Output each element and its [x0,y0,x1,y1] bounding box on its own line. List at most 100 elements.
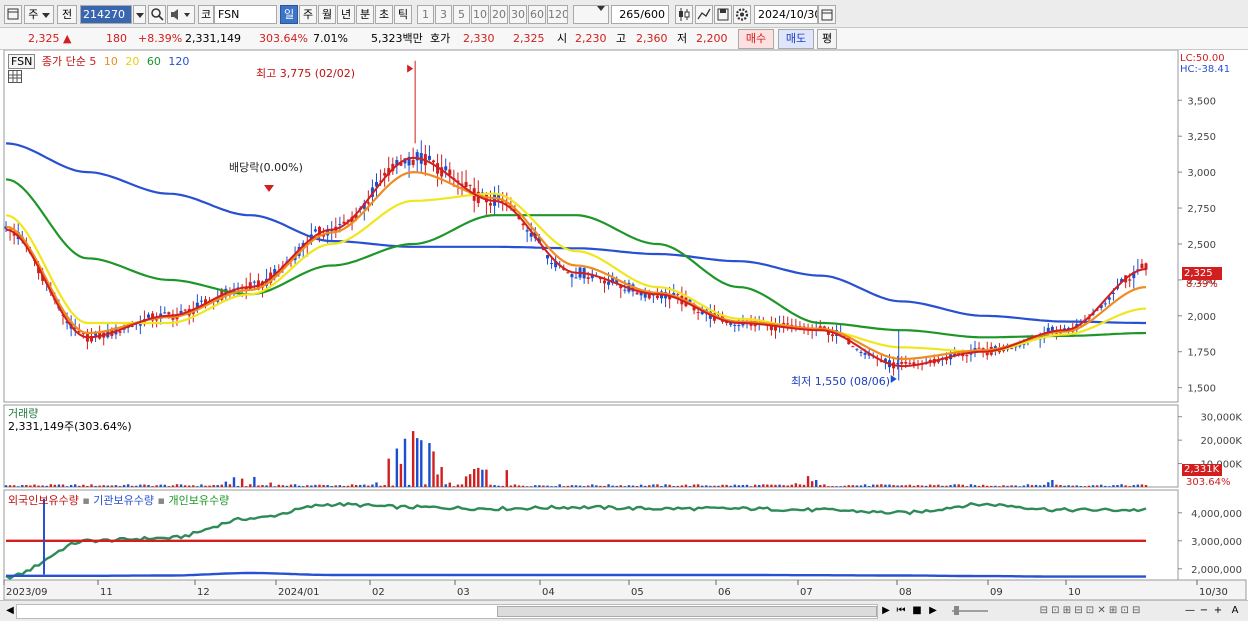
settings-icon[interactable] [733,5,751,24]
volume-bar [957,484,960,487]
stop-icon[interactable]: ■ [910,604,924,619]
chart-canvas[interactable]: 1,5001,7502,0002,2502,5002,7503,0003,250… [0,50,1248,600]
volume-bar [513,484,517,487]
candle-body [546,255,549,259]
volume-bar [582,486,586,487]
scroll-right-icon[interactable]: ▶ [880,604,892,619]
volume-bar [990,485,993,487]
volume-bar [660,486,663,487]
interval-tab[interactable]: 60 [528,5,546,24]
code-dropdown-button[interactable] [133,5,146,24]
volume-bar [1075,485,1078,487]
volume-bar [912,485,916,487]
volume-bar [872,484,875,487]
stock-code-input[interactable]: 214270 [80,5,132,24]
volume-bar [806,476,810,487]
date-input[interactable]: 2024/10/30 [754,5,818,24]
candle-body [338,224,342,226]
volume-bar [607,484,610,487]
volume-bar [595,485,598,487]
candle-body [900,362,904,364]
volume-bar [847,485,850,487]
prev-button[interactable]: 전 [57,5,77,24]
period-tab[interactable]: 초 [375,5,393,24]
period-tab[interactable]: 분 [356,5,374,24]
candle-body [550,263,554,265]
interval-tab[interactable]: 10 [471,5,489,24]
volume-bar [4,485,8,487]
volume-bar [424,484,427,487]
scroll-left-icon[interactable]: ◀ [4,604,16,619]
volume-bar [61,484,65,487]
calendar-icon[interactable] [818,5,836,24]
y-tick-label: 3,250 [1187,132,1216,143]
candle-body [977,347,981,349]
evaluate-button[interactable]: 평 [817,29,837,49]
volume-bar [981,484,985,487]
sound-icon[interactable] [167,5,195,24]
interval-tab[interactable]: 30 [509,5,527,24]
interval-dropdown[interactable] [573,5,609,24]
buy-button[interactable]: 매수 [738,29,774,49]
interval-tab[interactable]: 3 [435,5,452,24]
interval-tab[interactable]: 1 [417,5,434,24]
zoom-out-icon[interactable]: − [1198,604,1210,619]
drawing-tools[interactable]: ⊟ ⊡ ⊞ ⊟ ⊡ ✕ ⊞ ⊡ ⊟ [1000,604,1180,619]
volume-bar [420,440,423,487]
volume-bar [204,485,207,487]
text-size-icon[interactable]: A [1228,604,1242,619]
volume-bar [473,468,476,487]
volume-bar [1124,485,1127,487]
lc-label: LC:50.00 [1180,53,1225,64]
period-tab[interactable]: 년 [337,5,355,24]
volume-bar [562,486,565,487]
zoom-in-icon[interactable]: + [1212,604,1224,619]
period-tab[interactable]: 일 [280,5,298,24]
period-tab[interactable]: 주 [299,5,317,24]
rewind-icon[interactable]: ⏮ [894,604,908,619]
volume-bar [916,485,920,487]
volume-bar [558,484,561,487]
volume-bar [566,485,570,487]
interval-tab[interactable]: 120 [547,5,568,24]
scroll-thumb[interactable] [497,606,877,617]
volume-bar [1018,486,1021,487]
x-tick-label: 07 [800,587,813,598]
interval-tab[interactable]: 5 [453,5,470,24]
price-legend: FSN 종가 단순 5 10 20 60 120 [8,53,189,69]
volume-bar [994,485,997,487]
line-tool-icon[interactable] [695,5,713,24]
volume-bar [611,485,614,487]
period-select[interactable]: 주 [24,5,54,24]
volume-bar [696,484,700,487]
scroll-track[interactable] [16,604,878,619]
data-table-icon[interactable] [8,70,22,83]
candle-icon[interactable] [675,5,693,24]
legend-stock-name[interactable]: FSN [8,54,36,69]
candle-body [831,334,834,337]
save-icon[interactable] [714,5,732,24]
volume-bar [350,484,354,487]
y-tick-label: 2,500 [1187,240,1216,251]
volume-bar [998,486,1001,487]
volume-bar [346,485,350,487]
volume-bar [574,485,578,487]
interval-tab[interactable]: 20 [490,5,508,24]
period-tab[interactable]: 틱 [394,5,412,24]
count-input[interactable]: 265/600 [611,5,669,24]
volume-bar [159,484,162,487]
period-tab[interactable]: 월 [318,5,336,24]
volume-bar [802,484,806,487]
volume-bar [766,484,769,487]
stock-name-input[interactable]: FSN [214,5,277,24]
dash-icon[interactable]: — [1184,604,1196,619]
volume-bar [965,486,969,487]
volume-bar [863,484,867,487]
zoom-slider[interactable] [950,604,990,619]
window-menu-icon[interactable] [4,5,22,24]
search-icon[interactable] [148,5,166,24]
play-icon[interactable]: ▶ [926,604,940,619]
sell-button[interactable]: 매도 [778,29,814,49]
volume-bar [74,484,77,487]
volume-bar [285,485,289,487]
